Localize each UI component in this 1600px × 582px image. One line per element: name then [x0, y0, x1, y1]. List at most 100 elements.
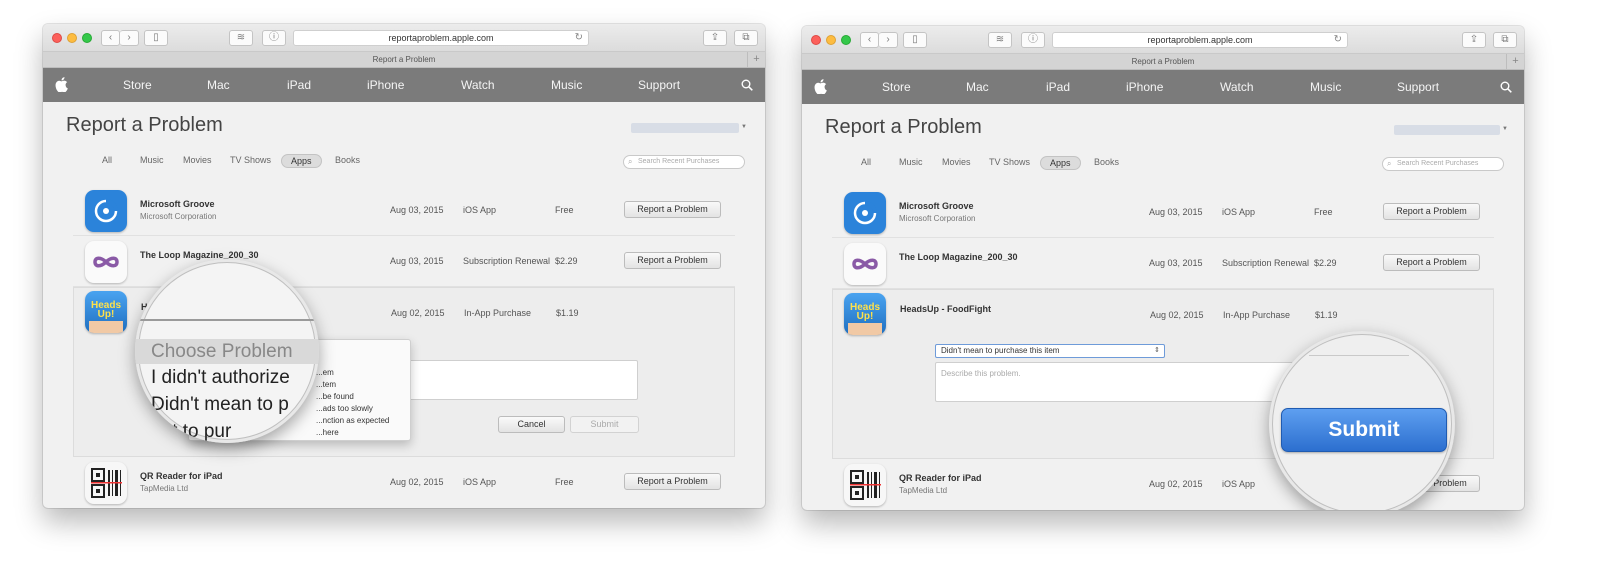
browser-toolbar: ‹ › ▯ ≋ ⓘ reportaproblem.apple.com ↻ ⇪ ⧉ [43, 24, 765, 52]
filter-all[interactable]: All [861, 157, 871, 167]
layers-button[interactable]: ≋ [988, 32, 1012, 48]
close-window-button[interactable] [811, 35, 821, 45]
new-tab-button[interactable]: + [747, 52, 765, 67]
sidebar-toggle-button[interactable]: ▯ [144, 30, 168, 46]
show-tabs-button[interactable]: ⧉ [734, 30, 758, 46]
app-name: QR Reader for iPad [140, 471, 223, 481]
zoom-window-button[interactable] [841, 35, 851, 45]
filter-movies[interactable]: Movies [183, 155, 212, 165]
close-window-button[interactable] [52, 33, 62, 43]
layers-button[interactable]: ≋ [229, 30, 253, 46]
chevron-right-icon: › [127, 32, 131, 43]
tab-title[interactable]: Report a Problem [1132, 57, 1195, 66]
nav-item-ipad[interactable]: iPad [287, 68, 311, 102]
search-input[interactable]: ⌕ Search Recent Purchases [1382, 157, 1504, 171]
chevron-down-icon[interactable]: ▼ [741, 124, 747, 130]
nav-item-support[interactable]: Support [1397, 70, 1439, 104]
dropdown-option[interactable]: ...nction as expected [316, 416, 389, 425]
problem-select[interactable]: Didn't mean to purchase this item ⇕ [935, 344, 1165, 358]
report-problem-button[interactable]: Report a Problem [1383, 254, 1480, 271]
search-icon: ⌕ [628, 157, 633, 166]
filter-music[interactable]: Music [899, 157, 923, 167]
nav-item-mac[interactable]: Mac [966, 70, 989, 104]
minimize-window-button[interactable] [826, 35, 836, 45]
report-problem-button[interactable]: Report a Problem [624, 252, 721, 269]
description-placeholder: Describe this problem. [941, 369, 1021, 378]
show-tabs-button[interactable]: ⧉ [1493, 32, 1517, 48]
search-icon[interactable] [741, 79, 753, 91]
submit-button[interactable]: Submit [570, 416, 639, 433]
plus-icon: + [1512, 55, 1519, 67]
dropdown-option[interactable]: ...be found [316, 392, 354, 401]
sidebar-toggle-button[interactable]: ▯ [903, 32, 927, 48]
filter-apps[interactable]: Apps [281, 154, 322, 168]
divider [1309, 355, 1409, 356]
reload-icon[interactable]: ↻ [1334, 33, 1342, 47]
search-icon[interactable] [1500, 81, 1512, 93]
forward-button[interactable]: › [120, 30, 139, 46]
search-input[interactable]: ⌕ Search Recent Purchases [623, 155, 745, 169]
purchase-date: Aug 03, 2015 [390, 205, 444, 215]
share-button[interactable]: ⇪ [703, 30, 727, 46]
cancel-button[interactable]: Cancel [498, 416, 565, 433]
submit-button[interactable]: Submit [1281, 408, 1447, 452]
nav-item-mac[interactable]: Mac [207, 68, 230, 102]
zoom-window-button[interactable] [82, 33, 92, 43]
account-menu[interactable] [1394, 125, 1500, 135]
privacy-info-button[interactable]: ⓘ [262, 30, 286, 46]
problem-description-field[interactable] [404, 360, 638, 400]
back-button[interactable]: ‹ [101, 30, 120, 46]
search-placeholder: Search Recent Purchases [1397, 160, 1479, 167]
chevron-right-icon: › [886, 34, 890, 45]
forward-button[interactable]: › [879, 32, 898, 48]
address-bar[interactable]: reportaproblem.apple.com ↻ [293, 30, 589, 46]
account-menu[interactable] [631, 123, 739, 133]
filter-books[interactable]: Books [335, 155, 360, 165]
qr-reader-icon [844, 464, 886, 506]
dropdown-option[interactable]: ...em [316, 368, 334, 377]
app-developer: Microsoft Corporation [899, 214, 976, 223]
purchase-type: iOS App [1222, 207, 1256, 217]
nav-item-store[interactable]: Store [123, 68, 152, 102]
filter-tv-shows[interactable]: TV Shows [230, 155, 271, 165]
minimize-window-button[interactable] [67, 33, 77, 43]
page-title: Report a Problem [825, 116, 982, 138]
apple-logo-icon[interactable] [814, 79, 827, 94]
report-problem-button[interactable]: Report a Problem [1383, 203, 1480, 220]
nav-item-watch[interactable]: Watch [1220, 70, 1254, 104]
magnified-choose-problem: Choose Problem [151, 341, 293, 362]
dropdown-option[interactable]: ...ads too slowly [316, 404, 373, 413]
info-icon: ⓘ [269, 32, 279, 43]
chevron-down-icon[interactable]: ▼ [1502, 126, 1508, 132]
report-problem-button[interactable]: Report a Problem [624, 201, 721, 218]
report-problem-button[interactable]: Report a Problem [624, 473, 721, 490]
purchase-row: The Loop Magazine_200_30 Aug 03, 2015 Su… [832, 238, 1494, 289]
purchase-price: $1.19 [556, 308, 579, 318]
apple-logo-icon[interactable] [55, 77, 68, 92]
purchase-type: Subscription Renewal [463, 256, 551, 266]
nav-item-watch[interactable]: Watch [461, 68, 495, 102]
nav-item-music[interactable]: Music [1310, 70, 1341, 104]
nav-item-support[interactable]: Support [638, 68, 680, 102]
nav-item-iphone[interactable]: iPhone [1126, 70, 1163, 104]
reload-icon[interactable]: ↻ [575, 31, 583, 45]
new-tab-button[interactable]: + [1506, 54, 1524, 69]
dropdown-option[interactable]: ...here [316, 428, 339, 437]
nav-item-store[interactable]: Store [882, 70, 911, 104]
browser-toolbar: ‹ › ▯ ≋ ⓘ reportaproblem.apple.com ↻ ⇪ ⧉ [802, 26, 1524, 54]
privacy-info-button[interactable]: ⓘ [1021, 32, 1045, 48]
tab-title[interactable]: Report a Problem [373, 55, 436, 64]
filter-apps[interactable]: Apps [1040, 156, 1081, 170]
dropdown-option[interactable]: ...tem [316, 380, 336, 389]
filter-music[interactable]: Music [140, 155, 164, 165]
filter-books[interactable]: Books [1094, 157, 1119, 167]
nav-item-music[interactable]: Music [551, 68, 582, 102]
filter-all[interactable]: All [102, 155, 112, 165]
filter-movies[interactable]: Movies [942, 157, 971, 167]
nav-item-iphone[interactable]: iPhone [367, 68, 404, 102]
address-bar[interactable]: reportaproblem.apple.com ↻ [1052, 32, 1348, 48]
share-button[interactable]: ⇪ [1462, 32, 1486, 48]
back-button[interactable]: ‹ [860, 32, 879, 48]
filter-tv-shows[interactable]: TV Shows [989, 157, 1030, 167]
nav-item-ipad[interactable]: iPad [1046, 70, 1070, 104]
